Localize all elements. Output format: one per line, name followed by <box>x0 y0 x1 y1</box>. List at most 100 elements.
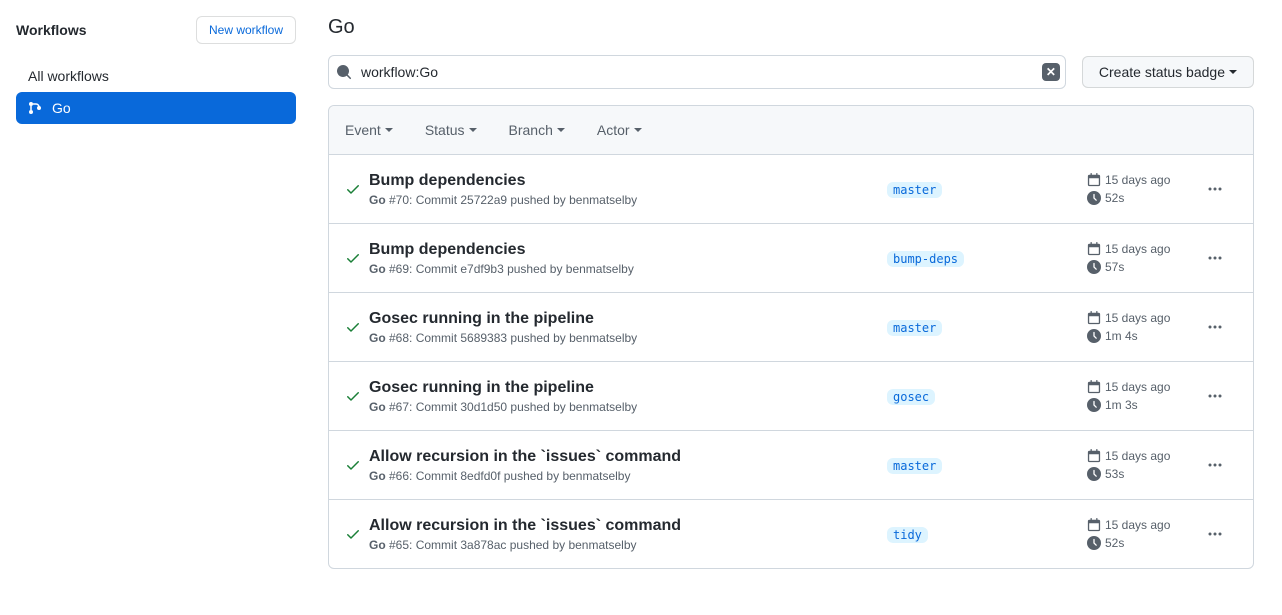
calendar-icon <box>1087 242 1101 256</box>
run-duration: 1m 4s <box>1087 329 1207 343</box>
run-subtitle: Go #69: Commit e7df9b3 pushed by benmats… <box>369 262 887 276</box>
run-subtitle: Go #67: Commit 30d1d50 pushed by benmats… <box>369 400 887 414</box>
filter-status[interactable]: Status <box>425 122 477 138</box>
run-time: 15 days ago <box>1087 311 1207 325</box>
run-main: Allow recursion in the `issues` command G… <box>369 447 887 483</box>
run-meta: 15 days ago 57s <box>1087 242 1207 274</box>
run-menu-button[interactable] <box>1207 319 1237 335</box>
search-wrap: ✕ <box>328 55 1066 89</box>
branch-label[interactable]: master <box>887 458 942 474</box>
run-subtitle: Go #66: Commit 8edfd0f pushed by benmats… <box>369 469 887 483</box>
calendar-icon <box>1087 518 1101 532</box>
branch-label[interactable]: bump-deps <box>887 251 964 267</box>
stopwatch-icon <box>1087 329 1101 343</box>
sidebar-header: Workflows New workflow <box>16 16 296 44</box>
run-menu-button[interactable] <box>1207 388 1237 404</box>
run-time: 15 days ago <box>1087 380 1207 394</box>
branch-cell: master <box>887 319 1087 336</box>
stopwatch-icon <box>1087 467 1101 481</box>
run-time: 15 days ago <box>1087 173 1207 187</box>
calendar-icon <box>1087 311 1101 325</box>
run-row[interactable]: Bump dependencies Go #69: Commit e7df9b3 … <box>329 224 1253 293</box>
workflow-nav: All workflows Go <box>16 60 296 124</box>
new-workflow-button[interactable]: New workflow <box>196 16 296 44</box>
search-icon <box>336 64 352 80</box>
run-title[interactable]: Gosec running in the pipeline <box>369 378 887 398</box>
run-menu-button[interactable] <box>1207 457 1237 473</box>
run-meta: 15 days ago53s <box>1087 449 1207 481</box>
run-main: Gosec running in the pipelineGo #68: Com… <box>369 309 887 345</box>
filter-bar: Event Status Branch Actor <box>329 106 1253 155</box>
branch-label[interactable]: tidy <box>887 527 928 543</box>
run-main: Allow recursion in the `issues` command G… <box>369 516 887 552</box>
run-main: Bump dependencies Go #69: Commit e7df9b3 … <box>369 240 887 276</box>
success-icon <box>345 250 365 266</box>
run-row[interactable]: Bump dependencies Go #70: Commit 25722a9 … <box>329 155 1253 224</box>
run-menu-button[interactable] <box>1207 526 1237 542</box>
run-row[interactable]: Gosec running in the pipelineGo #68: Com… <box>329 293 1253 362</box>
success-icon <box>345 526 365 542</box>
run-meta: 15 days ago 1m 4s <box>1087 311 1207 343</box>
filter-branch[interactable]: Branch <box>509 122 565 138</box>
run-menu-button[interactable] <box>1207 250 1237 266</box>
branch-label[interactable]: gosec <box>887 389 935 405</box>
clear-search-button[interactable]: ✕ <box>1042 63 1060 81</box>
branch-cell: bump-deps <box>887 250 1087 267</box>
run-duration: 57s <box>1087 260 1207 274</box>
run-duration: 1m 3s <box>1087 398 1207 412</box>
filter-actor[interactable]: Actor <box>597 122 642 138</box>
caret-down-icon <box>634 128 642 132</box>
calendar-icon <box>1087 380 1101 394</box>
run-main: Bump dependencies Go #70: Commit 25722a9 … <box>369 171 887 207</box>
top-controls: ✕ Create status badge <box>328 55 1254 89</box>
run-title[interactable]: Allow recursion in the `issues` command <box>369 447 887 467</box>
run-row[interactable]: Gosec running in the pipeline Go #67: Com… <box>329 362 1253 431</box>
filter-event-label: Event <box>345 122 381 138</box>
stopwatch-icon <box>1087 536 1101 550</box>
branch-cell: master <box>887 181 1087 198</box>
stopwatch-icon <box>1087 398 1101 412</box>
nav-workflow-go[interactable]: Go <box>16 92 296 124</box>
runs-box: Event Status Branch Actor Bump dependenc… <box>328 105 1254 569</box>
run-menu-button[interactable] <box>1207 181 1237 197</box>
success-icon <box>345 319 365 335</box>
sidebar-title: Workflows <box>16 22 87 38</box>
run-meta: 15 days ago 1m 3s <box>1087 380 1207 412</box>
run-duration: 52s <box>1087 191 1207 205</box>
branch-label[interactable]: master <box>887 182 942 198</box>
filter-event[interactable]: Event <box>345 122 393 138</box>
runs-list: Bump dependencies Go #70: Commit 25722a9 … <box>329 155 1253 568</box>
create-status-badge-button[interactable]: Create status badge <box>1082 56 1254 88</box>
run-meta: 15 days ago 52s <box>1087 518 1207 550</box>
branch-cell: master <box>887 457 1087 474</box>
run-subtitle: Go #65: Commit 3a878ac pushed by benmats… <box>369 538 887 552</box>
run-subtitle: Go #70: Commit 25722a9 pushed by benmats… <box>369 193 887 207</box>
run-time: 15 days ago <box>1087 518 1207 532</box>
run-duration: 52s <box>1087 536 1207 550</box>
run-title[interactable]: Allow recursion in the `issues` command <box>369 516 887 536</box>
run-time: 15 days ago <box>1087 242 1207 256</box>
run-row[interactable]: Allow recursion in the `issues` command G… <box>329 431 1253 500</box>
branch-cell: gosec <box>887 388 1087 405</box>
branch-label[interactable]: master <box>887 320 942 336</box>
branch-cell: tidy <box>887 526 1087 543</box>
filter-status-label: Status <box>425 122 465 138</box>
filter-actor-label: Actor <box>597 122 630 138</box>
run-title[interactable]: Bump dependencies <box>369 171 887 191</box>
success-icon <box>345 181 365 197</box>
filter-branch-label: Branch <box>509 122 553 138</box>
run-duration: 53s <box>1087 467 1207 481</box>
run-row[interactable]: Allow recursion in the `issues` command G… <box>329 500 1253 568</box>
caret-down-icon <box>385 128 393 132</box>
create-badge-label: Create status badge <box>1099 62 1225 82</box>
run-main: Gosec running in the pipeline Go #67: Com… <box>369 378 887 414</box>
nav-all-workflows[interactable]: All workflows <box>16 60 296 92</box>
caret-down-icon <box>469 128 477 132</box>
run-meta: 15 days ago 52s <box>1087 173 1207 205</box>
calendar-icon <box>1087 449 1101 463</box>
calendar-icon <box>1087 173 1101 187</box>
run-title[interactable]: Bump dependencies <box>369 240 887 260</box>
run-title[interactable]: Gosec running in the pipeline <box>369 309 887 329</box>
caret-down-icon <box>557 128 565 132</box>
search-input[interactable] <box>328 55 1066 89</box>
